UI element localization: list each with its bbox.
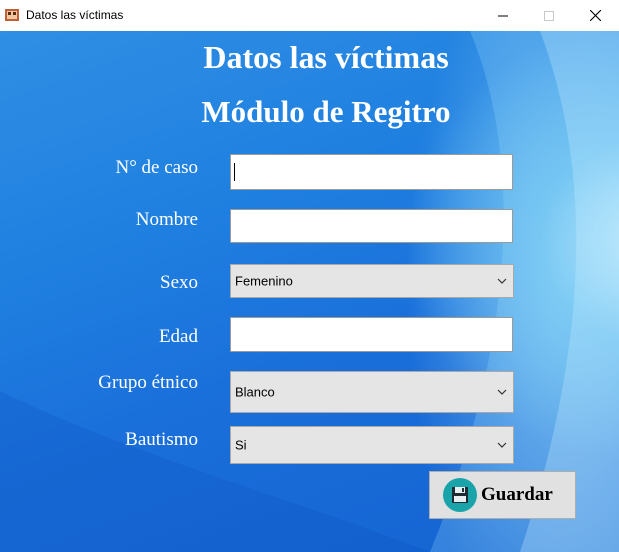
sex-selected-value: Femenino (235, 273, 293, 289)
maximize-button[interactable] (526, 0, 572, 31)
baptism-selected-value: Si (235, 437, 247, 453)
sex-label: Sexo (160, 272, 198, 293)
save-button[interactable]: Guardar (429, 471, 576, 519)
maximize-icon (544, 10, 554, 21)
ethnic-group-select[interactable]: Blanco (230, 371, 514, 413)
floppy-disk-icon (443, 478, 477, 512)
minimize-button[interactable] (480, 0, 526, 31)
page-subtitle: Módulo de Regitro (201, 94, 451, 129)
chevron-down-icon (497, 442, 507, 448)
page-title: Datos las víctimas (203, 39, 449, 75)
chevron-down-icon (497, 278, 507, 284)
text-caret (234, 163, 235, 181)
save-button-label: Guardar (481, 484, 553, 505)
minimize-icon (498, 15, 508, 16)
sex-select[interactable]: Femenino (230, 264, 514, 298)
close-icon (589, 10, 601, 21)
name-input[interactable] (230, 209, 513, 243)
ethnic-group-label: Grupo étnico (98, 372, 198, 393)
age-label: Edad (158, 326, 198, 347)
chevron-down-icon (497, 389, 507, 395)
close-button[interactable] (572, 0, 618, 31)
case-number-input[interactable] (230, 154, 513, 190)
baptism-label: Bautismo (125, 429, 198, 450)
ethnic-group-selected-value: Blanco (235, 384, 275, 400)
case-number-label: N° de caso (115, 157, 198, 178)
window-title: Datos las víctimas (26, 8, 124, 22)
app-icon (5, 9, 19, 21)
age-input[interactable] (230, 317, 513, 352)
name-label: Nombre (135, 209, 198, 230)
baptism-select[interactable]: Si (230, 426, 514, 464)
title-bar: Datos las víctimas (0, 0, 619, 31)
